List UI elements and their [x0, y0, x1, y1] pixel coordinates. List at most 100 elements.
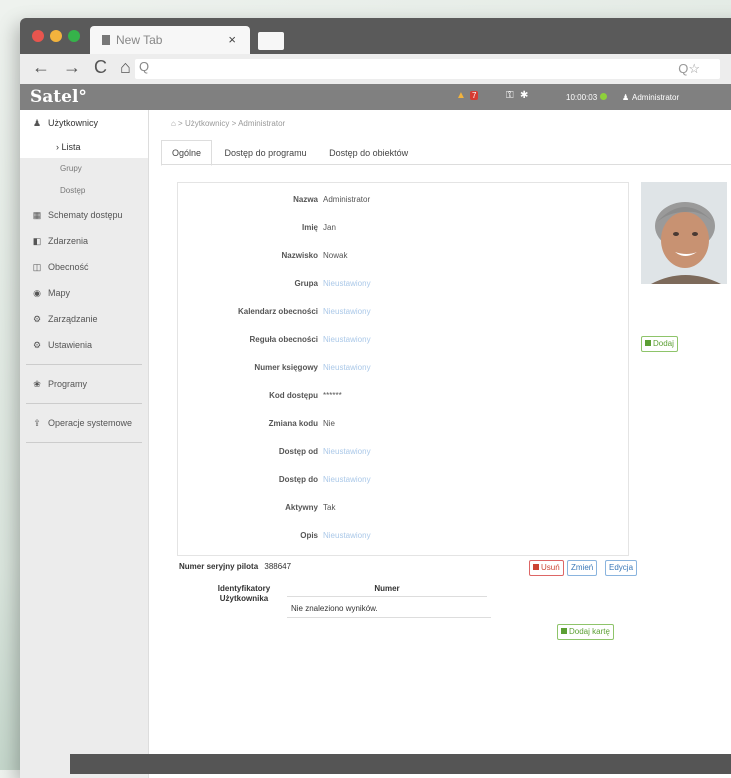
field-label: Reguła obecności: [249, 335, 318, 344]
sidebar-item-label: Zarządzanie: [48, 314, 98, 324]
url-input[interactable]: Q: [135, 59, 720, 79]
field-label: Numer księgowy: [254, 363, 318, 372]
warning-icon[interactable]: ▲: [456, 90, 466, 101]
field-value: Tak: [323, 503, 336, 512]
sidebar-item-label: Zdarzenia: [48, 236, 89, 246]
field-row: Numer księgowy Nieustawiony: [178, 363, 628, 377]
map-icon: ◉: [33, 288, 41, 298]
trash-icon: [533, 564, 539, 570]
alarm-badge[interactable]: 7: [470, 91, 479, 100]
navigation-icons[interactable]: ← → C ⌂: [32, 57, 135, 78]
clock-time: 10:00:03: [566, 93, 598, 102]
sidebar-item-maps[interactable]: ◉ Mapy: [20, 280, 148, 306]
sidebar-item-label: Operacje systemowe: [48, 418, 133, 428]
sidebar-item-presence[interactable]: ◫ Obecność: [20, 254, 148, 280]
sidebar-item-settings[interactable]: ⚙ Ustawienia: [20, 332, 148, 358]
field-label: Zmiana kodu: [268, 419, 318, 428]
new-tab-button[interactable]: [258, 32, 284, 50]
zoom-bookmark-icons[interactable]: Q☆: [678, 61, 700, 77]
tab-program-access[interactable]: Dostęp do programu: [215, 141, 317, 165]
gears-icon: ⚙: [32, 314, 42, 324]
app-header: Satel° ▲ 7 ⚿ ✱ 10:00:03 ♟ Administrator: [20, 84, 731, 110]
field-label: Imię: [301, 223, 318, 232]
sidebar-divider: [26, 442, 142, 443]
user-icon: ♟: [32, 118, 42, 128]
delete-button[interactable]: Usuń: [529, 560, 564, 576]
sidebar-item-events[interactable]: ◧ Zdarzenia: [20, 228, 148, 254]
field-label: Grupa: [294, 279, 318, 288]
user-name[interactable]: Administrator: [632, 93, 679, 102]
sidebar-item-programs[interactable]: ❀ Programy: [20, 371, 148, 397]
field-value: Nie: [323, 419, 336, 428]
maximize-window-button[interactable]: [68, 30, 80, 42]
tab-close-icon[interactable]: ×: [228, 26, 236, 54]
address-bar-row: ← → C ⌂ Q Q☆ ≡: [20, 54, 731, 84]
field-value: Nowak: [323, 251, 348, 260]
sidebar-sub-access[interactable]: Dostęp: [20, 180, 148, 202]
field-value: Nieustawiony: [323, 279, 371, 288]
delete-label: Usuń: [541, 563, 560, 572]
add-card-button[interactable]: Dodaj kartę: [557, 624, 614, 640]
sidebar-item-label: Ustawienia: [48, 340, 93, 350]
close-window-button[interactable]: [32, 30, 44, 42]
field-row: Nazwa Administrator: [178, 195, 628, 209]
tab-general[interactable]: Ogólne: [161, 140, 213, 166]
browser-window: New Tab × ↗ ← → C ⌂ Q Q☆ ≡ Satel° ▲ 7 ⚿ …: [20, 18, 731, 778]
sidebar-sub-list[interactable]: › Lista: [20, 136, 148, 158]
sidebar-item-management[interactable]: ⚙ Zarządzanie: [20, 306, 148, 332]
field-label: Opis: [300, 531, 318, 540]
tab-divider: [161, 164, 731, 165]
field-row: Aktywny Tak: [178, 503, 628, 517]
field-value: Nieustawiony: [323, 363, 371, 372]
lock-icon[interactable]: ⚿: [506, 90, 514, 101]
calendar-icon: ▦: [32, 210, 42, 220]
user-photo: [641, 182, 727, 284]
sidebar-item-label: Schematy dostępu: [48, 210, 123, 220]
sidebar-item-label: Użytkownicy: [48, 118, 99, 128]
tab-strip: New Tab × ↗: [20, 18, 731, 54]
field-value: Jan: [323, 223, 336, 232]
tab-title: New Tab: [116, 33, 163, 47]
browser-tab[interactable]: New Tab ×: [90, 26, 250, 54]
tab-bar: Ogólne Dostęp do programu Dostęp do obie…: [161, 140, 418, 166]
identifiers-column-header: Numer: [287, 584, 487, 597]
user-icon: ♟: [622, 93, 630, 102]
events-icon: ◧: [32, 236, 42, 246]
add-photo-label: Dodaj: [653, 339, 674, 348]
add-photo-button[interactable]: Dodaj: [641, 336, 678, 352]
search-icon: Q: [139, 59, 150, 74]
field-label: Aktywny: [285, 503, 318, 512]
field-value: ******: [323, 391, 342, 400]
settings-icon: ⚙: [32, 340, 42, 350]
tab-object-access[interactable]: Dostęp do obiektów: [319, 141, 418, 165]
sidebar-item-access-schemes[interactable]: ▦ Schematy dostępu: [20, 202, 148, 228]
field-row: Grupa Nieustawiony: [178, 279, 628, 293]
page-icon: [102, 35, 110, 45]
field-row: Kod dostępu ******: [178, 391, 628, 405]
edit-button[interactable]: Edycja: [605, 560, 638, 576]
change-button[interactable]: Zmień: [567, 560, 598, 576]
minimize-window-button[interactable]: [50, 30, 62, 42]
field-row: Dostęp do Nieustawiony: [178, 475, 628, 489]
identifiers-empty-row: Nie znaleziono wyników.: [287, 602, 491, 618]
sidebar-item-label: Mapy: [48, 288, 71, 298]
sidebar-sub-groups[interactable]: Grupy: [20, 158, 148, 180]
sidebar: ♟ Użytkownicy › Lista Grupy Dostęp ▦ Sch…: [20, 110, 149, 778]
sidebar-item-users[interactable]: ♟ Użytkownicy: [20, 110, 148, 136]
identifiers-label-line2: Użytkownika: [219, 594, 269, 603]
background-window-bar: [70, 754, 731, 774]
field-row: Nazwisko Nowak: [178, 251, 628, 265]
gear-icon[interactable]: ✱: [520, 90, 528, 101]
plus-icon: [645, 340, 651, 346]
field-value: Nieustawiony: [323, 447, 371, 456]
field-label: Kalendarz obecności: [237, 307, 318, 316]
field-label: Dostęp do: [278, 475, 318, 484]
breadcrumb[interactable]: ⌂ > Użytkownicy > Administrator: [171, 119, 285, 128]
field-row: Dostęp od Nieustawiony: [178, 447, 628, 461]
sidebar-item-system-operations[interactable]: ⇪ Operacje systemowe: [20, 410, 148, 436]
field-row: Opis Nieustawiony: [178, 531, 628, 545]
presence-icon: ◫: [32, 262, 42, 272]
field-row: Kalendarz obecności Nieustawiony: [178, 307, 628, 321]
identifiers-label: Identyfikatory Użytkownika: [209, 584, 279, 604]
satel-logo: Satel°: [30, 87, 87, 107]
